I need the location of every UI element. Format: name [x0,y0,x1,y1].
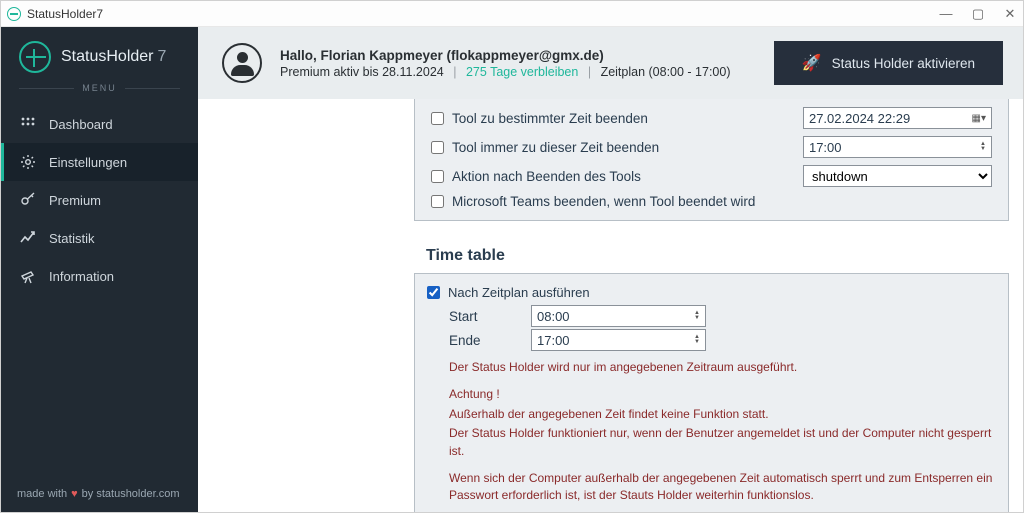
calendar-dropdown-icon[interactable]: ▦▾ [972,113,986,124]
warning-line: Der Status Holder funktioniert nur, wenn… [449,425,996,460]
footer-prefix: made with [17,488,67,500]
key-icon [19,191,37,209]
sidebar-item-label: Dashboard [49,117,113,132]
timetable-title: Time table [426,247,1023,265]
greeting-block: Hallo, Florian Kappmeyer (flokappmeyer@g… [280,48,731,79]
end-action-dropdown[interactable]: shutdown [803,165,992,187]
menu-label: MENU [82,83,117,93]
end-time-row: Ende 17:00 ▲▼ [427,329,996,351]
brand-logo: StatusHolder7 [1,27,198,81]
minimize-button[interactable]: — [939,6,953,22]
gear-icon [19,153,37,171]
start-time-value: 08:00 [537,309,570,324]
end-datetime-field[interactable]: 27.02.2024 22:29 ▦▾ [803,107,992,129]
end-at-specific-time-checkbox[interactable] [431,112,444,125]
heart-icon: ♥ [71,488,78,500]
start-time-field[interactable]: 08:00 ▲▼ [531,305,706,327]
action-after-end-checkbox[interactable] [431,170,444,183]
action-after-end-row: Aktion nach Beenden des Tools shutdown [421,161,1002,190]
start-label: Start [449,309,511,324]
timetable-box: Nach Zeitplan ausführen Start 08:00 ▲▼ E… [414,273,1009,512]
brand-name: StatusHolder [61,48,154,65]
grid-icon [19,115,37,133]
titlebar: StatusHolder7 — ▢ ✕ [1,1,1023,27]
status-line: Premium aktiv bis 28.11.2024 | 275 Tage … [280,65,731,79]
close-button[interactable]: ✕ [1003,6,1017,22]
spinner-icon[interactable]: ▲▼ [980,142,986,152]
app-icon [7,7,21,21]
option-label: Aktion nach Beenden des Tools [452,169,641,184]
sidebar-item-information[interactable]: Information [1,257,198,295]
end-time-value: 17:00 [537,333,570,348]
sidebar-item-statistik[interactable]: Statistik [1,219,198,257]
pulse-icon [19,41,51,73]
rocket-icon: 🚀 [802,53,822,73]
brand-text: StatusHolder7 [61,48,166,66]
warning-heading: Achtung ! [449,386,996,403]
end-always-at-time-row: Tool immer zu dieser Zeit beenden 17:00 … [421,132,1002,161]
option-label: Tool zu bestimmter Zeit beenden [452,111,648,126]
end-always-at-time-checkbox[interactable] [431,141,444,154]
main-content: Hallo, Florian Kappmeyer (flokappmeyer@g… [198,27,1023,512]
avatar-icon [222,43,262,83]
sidebar-item-label: Statistik [49,231,95,246]
sidebar-item-dashboard[interactable]: Dashboard [1,105,198,143]
telescope-icon [19,267,37,285]
warning-line: Außerhalb der angegebenen Zeit findet ke… [449,406,996,423]
window-title: StatusHolder7 [27,7,103,21]
sidebar-item-label: Einstellungen [49,155,127,170]
menu-divider: MENU [1,81,198,99]
end-time-field[interactable]: 17:00 ▲▼ [803,136,992,158]
sidebar-item-settings[interactable]: Einstellungen [1,143,198,181]
close-teams-row: Microsoft Teams beenden, wenn Tool beend… [421,190,1002,212]
sidebar-footer: made with ♥ by statusholder.com [1,478,198,512]
sidebar-item-label: Premium [49,193,101,208]
chart-icon [19,229,37,247]
start-time-row: Start 08:00 ▲▼ [427,305,996,327]
sidebar-item-label: Information [49,269,114,284]
end-at-specific-time-row: Tool zu bestimmter Zeit beenden 27.02.20… [421,103,1002,132]
premium-info: Premium aktiv bis 28.11.2024 [280,65,444,79]
sidebar-item-premium[interactable]: Premium [1,181,198,219]
timetable-warning: Der Status Holder wird nur im angegebene… [427,359,996,505]
option-label: Microsoft Teams beenden, wenn Tool beend… [452,194,755,209]
close-teams-checkbox[interactable] [431,195,444,208]
schedule-info: Zeitplan (08:00 - 17:00) [601,65,731,79]
app-window: StatusHolder7 — ▢ ✕ StatusHolder7 MENU [0,0,1024,513]
end-datetime-value: 27.02.2024 22:29 [809,111,910,126]
note-text: Der Status Holder wird nur im angegebene… [449,359,996,376]
content-area: Tool zu bestimmter Zeit beenden 27.02.20… [198,99,1023,512]
maximize-button[interactable]: ▢ [971,6,985,22]
end-tool-settings-box: Tool zu bestimmter Zeit beenden 27.02.20… [414,99,1009,221]
greeting-text: Hallo, Florian Kappmeyer (flokappmeyer@g… [280,48,731,63]
run-on-schedule-label: Nach Zeitplan ausführen [448,285,590,300]
spinner-icon[interactable]: ▲▼ [694,311,700,321]
nav-list: Dashboard Einstellungen Premium [1,105,198,295]
activate-label: Status Holder aktivieren [832,56,975,71]
spinner-icon[interactable]: ▲▼ [694,335,700,345]
end-time-value: 17:00 [809,140,842,155]
warning-line: Wenn sich der Computer außerhalb der ang… [449,470,996,505]
end-time-field[interactable]: 17:00 ▲▼ [531,329,706,351]
activate-button[interactable]: 🚀 Status Holder aktivieren [774,41,1003,85]
window-controls: — ▢ ✕ [939,6,1017,22]
sidebar: StatusHolder7 MENU Dashboard [1,27,198,512]
end-label: Ende [449,333,511,348]
brand-version: 7 [158,48,167,65]
run-on-schedule-checkbox[interactable] [427,286,440,299]
option-label: Tool immer zu dieser Zeit beenden [452,140,659,155]
header-bar: Hallo, Florian Kappmeyer (flokappmeyer@g… [198,27,1023,99]
days-remaining: 275 Tage verbleiben [466,65,578,79]
footer-suffix: by statusholder.com [82,488,180,500]
run-on-schedule-row: Nach Zeitplan ausführen [427,282,996,303]
